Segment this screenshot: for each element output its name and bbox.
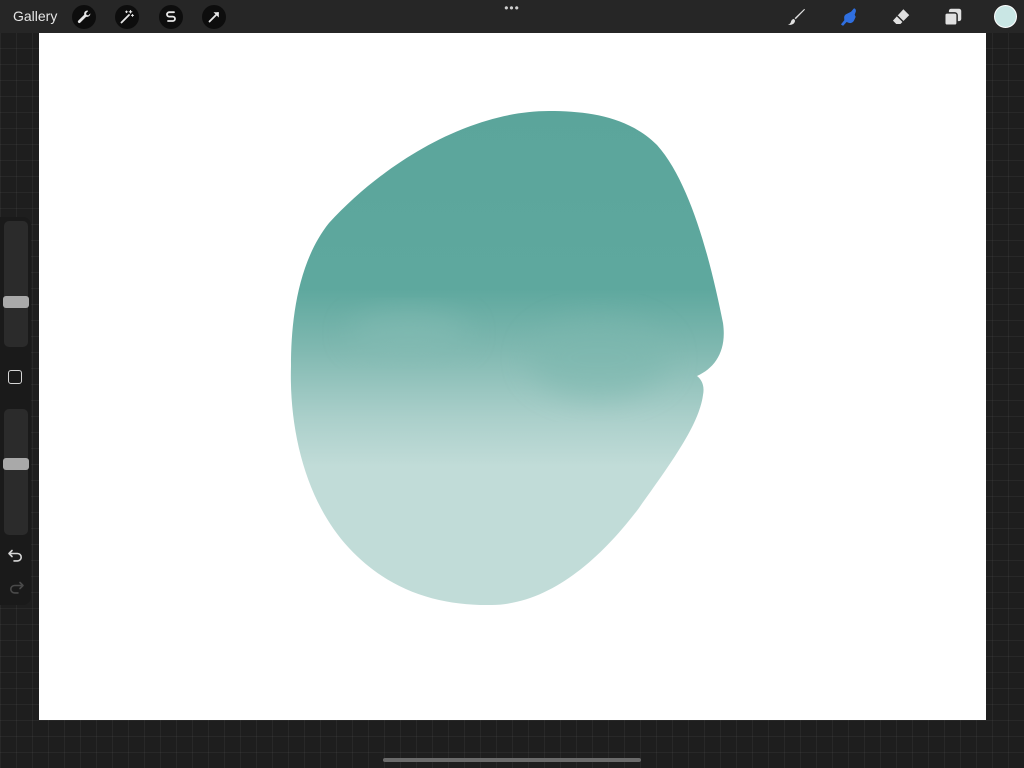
undo-icon[interactable]: [7, 547, 25, 563]
eraser-icon: [892, 9, 910, 24]
smudge-finger-icon: [840, 8, 856, 26]
actions-button[interactable]: [72, 5, 96, 29]
smudge-highlight: [529, 318, 669, 398]
more-options-button[interactable]: •••: [502, 1, 522, 17]
selection-s-icon: [166, 11, 176, 22]
color-picker-button[interactable]: [994, 5, 1017, 28]
arrow-cursor-icon: [208, 12, 219, 23]
opacity-slider[interactable]: [3, 409, 29, 535]
brush-size-thumb[interactable]: [3, 296, 29, 308]
gallery-button[interactable]: Gallery: [13, 8, 57, 24]
smudge-tool-button[interactable]: [837, 5, 861, 29]
transform-button[interactable]: [202, 5, 226, 29]
brush-icon: [787, 8, 805, 25]
eraser-tool-button[interactable]: [889, 5, 913, 29]
modify-button[interactable]: [8, 370, 22, 384]
artwork: [290, 111, 724, 606]
magic-wand-icon: [120, 9, 134, 24]
layers-button[interactable]: [941, 5, 965, 29]
top-toolbar: Gallery •••: [0, 0, 1024, 33]
smudge-highlight: [349, 311, 469, 355]
opacity-thumb[interactable]: [3, 458, 29, 470]
brush-size-slider[interactable]: [3, 221, 29, 347]
layers-icon: [944, 8, 962, 26]
drawing-canvas[interactable]: [39, 33, 986, 720]
left-sidebar: [0, 217, 31, 605]
paint-tool-button[interactable]: [784, 5, 808, 29]
redo-icon[interactable]: [7, 579, 25, 595]
home-indicator[interactable]: [383, 758, 641, 762]
wrench-icon: [77, 10, 91, 24]
adjustments-button[interactable]: [115, 5, 139, 29]
selection-button[interactable]: [159, 5, 183, 29]
